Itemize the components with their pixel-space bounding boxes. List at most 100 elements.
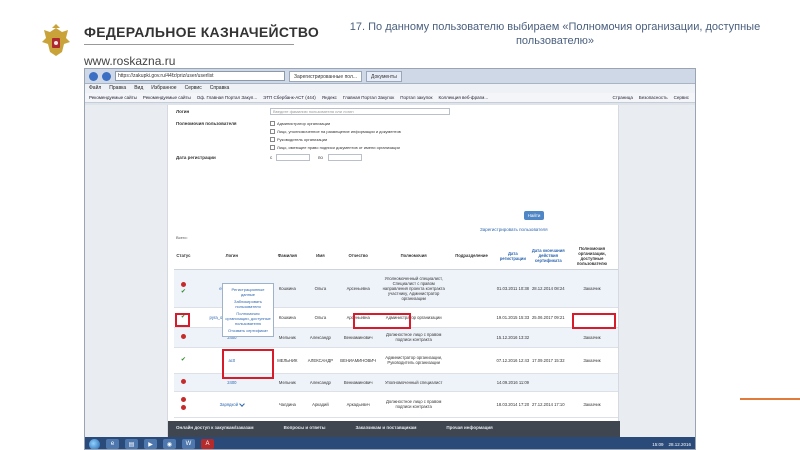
menu-registration-data[interactable]: Регистрационные данные bbox=[225, 286, 271, 298]
favorite-link[interactable]: Яндекс bbox=[322, 93, 337, 102]
reg-date-cell: 18.03.2014 17:20 bbox=[495, 391, 531, 418]
highlight-status bbox=[175, 313, 190, 327]
firstname-cell: Ольга bbox=[303, 269, 337, 308]
org-powers-cell: Заказчик bbox=[565, 347, 618, 374]
dept-cell bbox=[447, 327, 496, 348]
windows-taskbar: e ▤ ▶ ◉ W A 15:09 28.12.2016 bbox=[85, 437, 695, 449]
media-icon[interactable]: ▶ bbox=[144, 439, 157, 449]
power-checkbox[interactable]: Руководитель организации bbox=[270, 137, 327, 142]
menu-block-user[interactable]: Заблокировать пользователя bbox=[225, 298, 271, 310]
col-cert-date[interactable]: Дата окончания действия сертификата bbox=[530, 243, 566, 270]
col-lastname[interactable]: Фамилия bbox=[270, 243, 304, 270]
dept-cell bbox=[447, 347, 496, 374]
chevron-down-icon[interactable] bbox=[239, 400, 245, 407]
firstname-cell: Аркадий bbox=[303, 391, 337, 418]
favorite-link[interactable]: Рекомендуемые сайты bbox=[143, 93, 191, 102]
col-firstname[interactable]: Имя bbox=[303, 243, 337, 270]
menu-favorites[interactable]: Избранное bbox=[151, 84, 176, 93]
blocked-icon bbox=[180, 282, 186, 287]
slide-caption: 17. По данному пользователю выбираем «По… bbox=[349, 21, 761, 47]
blocked-icon bbox=[180, 397, 186, 402]
url-input[interactable]: https://zakupki.gov.ru/44fz/priz/user/us… bbox=[115, 71, 285, 81]
dept-cell bbox=[447, 373, 496, 392]
back-icon[interactable] bbox=[89, 71, 98, 81]
command-tools[interactable]: Сервис bbox=[674, 93, 689, 102]
word-icon[interactable]: W bbox=[182, 439, 195, 449]
folder-icon[interactable]: ▤ bbox=[125, 439, 138, 449]
favorite-link[interactable]: Оф. Главная Портал Закуп... bbox=[197, 93, 257, 102]
command-page[interactable]: Страница bbox=[612, 93, 632, 102]
clock-time[interactable]: 15:09 bbox=[652, 442, 663, 447]
clock-date[interactable]: 28.12.2016 bbox=[668, 442, 691, 447]
login-cell[interactable]: Зарядкой bbox=[192, 391, 271, 418]
col-middlename[interactable]: Отчество bbox=[336, 243, 380, 270]
forward-icon[interactable] bbox=[102, 71, 111, 81]
powers-cell: Уполномоченный специалист bbox=[379, 373, 448, 392]
footer-faq[interactable]: Вопросы и ответы bbox=[284, 425, 326, 437]
browser-icon[interactable]: ◉ bbox=[163, 439, 176, 449]
lastname-cell: Мельник bbox=[270, 373, 304, 392]
blocked-icon bbox=[180, 334, 186, 339]
dept-cell bbox=[447, 307, 496, 328]
favorite-link[interactable]: Портал закупок bbox=[400, 93, 432, 102]
col-department[interactable]: Подразделение bbox=[447, 243, 496, 270]
footer-other[interactable]: Прочая информация bbox=[446, 425, 492, 437]
favorite-link[interactable]: ЭТП Сбербанк-АСТ (444) bbox=[263, 93, 316, 102]
ie-icon[interactable]: e bbox=[106, 439, 119, 449]
menu-view[interactable]: Вид bbox=[134, 84, 143, 93]
register-user-link[interactable]: Зарегистрировать пользователя bbox=[480, 227, 548, 232]
footer-customers[interactable]: Заказчикам и поставщикам bbox=[355, 425, 416, 437]
login-input[interactable]: Введите фамилию пользователя или логин bbox=[270, 108, 450, 115]
date-from-input[interactable] bbox=[276, 154, 310, 161]
power-checkbox[interactable]: Администратор организации bbox=[270, 121, 330, 126]
col-status: Статус bbox=[174, 243, 193, 270]
accent-line bbox=[740, 398, 800, 400]
col-reg-date[interactable]: Дата регистрации bbox=[495, 243, 531, 270]
highlight-org-powers bbox=[572, 313, 616, 329]
date-to-input[interactable] bbox=[328, 154, 362, 161]
date-to-label: по bbox=[318, 155, 323, 160]
cert-date-cell bbox=[530, 373, 566, 392]
power-checkbox[interactable]: Лицо, имеющее право подписи документов о… bbox=[270, 145, 400, 150]
highlight-powers bbox=[353, 313, 411, 329]
pdf-icon[interactable]: A bbox=[201, 439, 214, 449]
menu-help[interactable]: Справка bbox=[210, 84, 230, 93]
favorite-link[interactable]: Главная Портал Закупок bbox=[343, 93, 394, 102]
system-tray: 15:09 28.12.2016 bbox=[652, 442, 695, 447]
favorites-bar: Рекомендуемые сайты Рекомендуемые сайты … bbox=[85, 93, 695, 103]
status-cell bbox=[174, 391, 193, 418]
menu-revoke-cert[interactable]: Отозвать сертификат bbox=[225, 327, 271, 334]
browser-tab-documents[interactable]: Документы bbox=[366, 70, 402, 82]
command-security[interactable]: Безопасность bbox=[639, 93, 668, 102]
middlename-cell: ВЕНИАМИНОВИЧ bbox=[336, 347, 380, 374]
site-footer: Онлайн доступ к закупкам/заказам Вопросы… bbox=[168, 421, 620, 437]
brand-title: ФЕДЕРАЛЬНОЕ КАЗНАЧЕЙСТВО bbox=[84, 24, 320, 40]
powers-cell: Должностное лицо с правом подписи контра… bbox=[379, 327, 448, 348]
status-cell bbox=[174, 327, 193, 348]
power-checkbox[interactable]: Лицо, уполномоченное на размещение инфор… bbox=[270, 129, 401, 134]
menu-org-powers[interactable]: Полномочия организации, доступные пользо… bbox=[225, 310, 271, 327]
powers-label: Полномочия пользователя bbox=[176, 121, 237, 126]
date-from-label: с bbox=[270, 155, 273, 160]
status-cell: ✔ bbox=[174, 269, 193, 308]
menu-edit[interactable]: Правка bbox=[109, 84, 126, 93]
address-bar: https://zakupki.gov.ru/44fz/priz/user/us… bbox=[85, 69, 695, 84]
status-cell bbox=[174, 373, 193, 392]
browser-tab-users[interactable]: Зарегистрированные пол... bbox=[289, 70, 363, 82]
check-icon: ✔ bbox=[180, 357, 186, 363]
org-powers-cell: Заказчик bbox=[565, 269, 618, 308]
col-login[interactable]: Логин bbox=[192, 243, 271, 270]
double-headed-eagle-icon bbox=[42, 24, 70, 56]
favorite-link[interactable]: Коллекция веб-фрагм... bbox=[439, 93, 489, 102]
find-button[interactable]: Найти bbox=[524, 211, 544, 220]
reg-date-cell: 15.12.2016 13:32 bbox=[495, 327, 531, 348]
menu-tools[interactable]: Сервис bbox=[185, 84, 202, 93]
cert-date-cell: 27.12.2014 17:10 bbox=[530, 391, 566, 418]
footer-online-access[interactable]: Онлайн доступ к закупкам/заказам bbox=[176, 425, 254, 437]
blocked-icon bbox=[180, 405, 186, 410]
favorite-link[interactable]: Рекомендуемые сайты bbox=[89, 93, 137, 102]
menu-file[interactable]: Файл bbox=[89, 84, 101, 93]
web-page: Логин Введите фамилию пользователя или л… bbox=[167, 105, 620, 437]
start-button-icon[interactable] bbox=[89, 438, 100, 449]
reg-date-cell: 19.01.2015 15:33 bbox=[495, 307, 531, 328]
